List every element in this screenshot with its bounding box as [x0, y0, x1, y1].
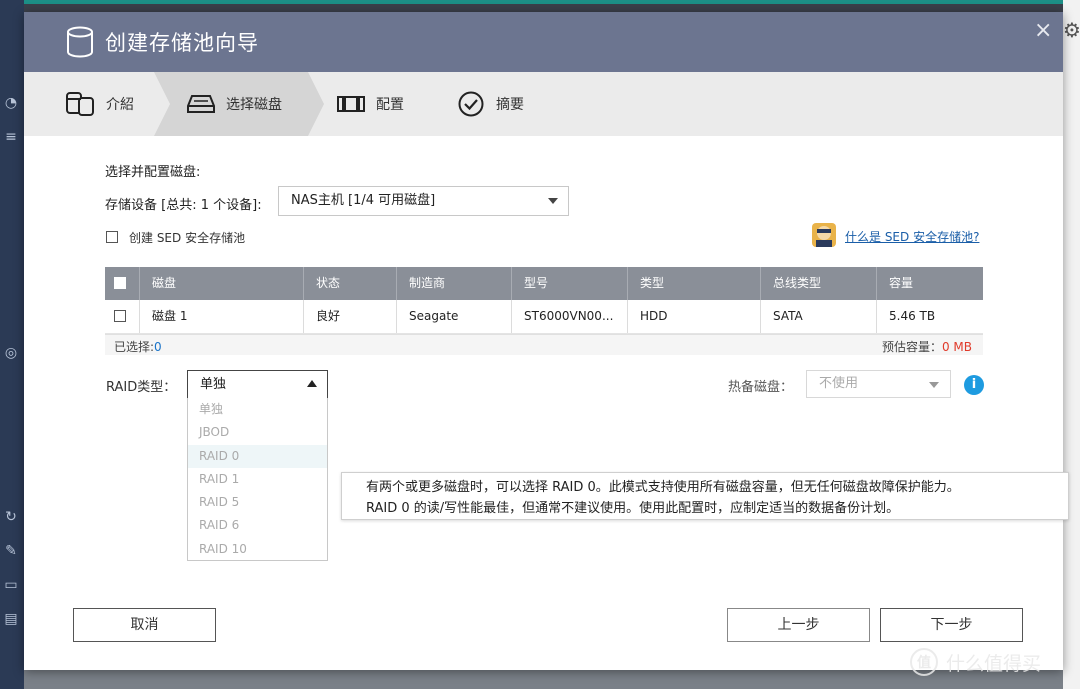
col-capacity[interactable]: 容量: [876, 267, 983, 300]
watermark-text: 什么值得买: [946, 652, 1042, 675]
tooltip-line-2: RAID 0 的读/写性能最佳，但通常不建议使用。使用此配置时，应制定适当的数据…: [366, 501, 900, 516]
cell-bus: SATA: [760, 300, 876, 333]
col-vendor[interactable]: 制造商: [396, 267, 511, 300]
raid-option-raid6[interactable]: RAID 6: [188, 514, 327, 537]
raid-option-jbod[interactable]: JBOD: [188, 421, 327, 444]
step-chevron: [308, 72, 324, 136]
chevron-up-icon: [307, 380, 317, 387]
sed-checkbox-label: 创建 SED 安全存储池: [129, 231, 246, 245]
storage-pool-icon: [64, 89, 98, 119]
step-config: 配置: [334, 72, 404, 136]
drive-icon[interactable]: ▤: [0, 608, 22, 630]
step-label: 介紹: [106, 97, 134, 113]
step-label: 选择磁盘: [226, 97, 282, 113]
cell-model: ST6000VN00...: [511, 300, 627, 333]
step-label: 配置: [376, 97, 404, 113]
col-status[interactable]: 状态: [303, 267, 396, 300]
create-storage-pool-dialog: 创建存储池向导 × 介紹 选择磁盘 配置 摘要 选择并配置磁盘: 存储设备 [总…: [24, 12, 1069, 670]
hot-spare-value: 不使用: [819, 376, 859, 391]
hot-spare-select[interactable]: 不使用: [806, 370, 951, 398]
selected-label: 已选择:: [114, 340, 155, 354]
watermark: 值 什么值得买: [910, 648, 1041, 676]
raid-option-raid10[interactable]: RAID 10: [188, 538, 327, 561]
col-type[interactable]: 类型: [627, 267, 760, 300]
step-select-disk: 选择磁盘: [184, 72, 282, 136]
selected-summary: 已选择:0: [114, 338, 162, 355]
wizard-steps: 介紹 选择磁盘 配置 摘要: [24, 72, 1063, 136]
info-icon[interactable]: i: [964, 375, 984, 395]
cell-status: 良好: [303, 300, 396, 333]
dialog-title: 创建存储池向导: [105, 31, 259, 55]
raid-option-raid5[interactable]: RAID 5: [188, 491, 327, 514]
select-all-checkbox[interactable]: [114, 277, 126, 289]
background-app-bar: [0, 0, 1080, 4]
row-select-cell: [105, 300, 139, 333]
chevron-down-icon: [929, 382, 939, 388]
selected-count: 0: [154, 340, 162, 354]
raid-type-value: 单独: [200, 377, 227, 392]
dialog-titlebar: 创建存储池向导 ×: [24, 12, 1063, 72]
storage-device-value: NAS主机 [1/4 可用磁盘]: [291, 193, 436, 208]
watermark-badge-icon: 值: [910, 648, 938, 676]
disk-icon: [184, 89, 218, 119]
tooltip-line-1: 有两个或更多磁盘时，可以选择 RAID 0。此模式支持使用所有磁盘容量，但无任何…: [366, 480, 960, 495]
step-label: 摘要: [496, 97, 524, 113]
cell-vendor: Seagate: [396, 300, 511, 333]
cancel-button[interactable]: 取消: [73, 608, 216, 642]
chevron-down-icon: [548, 198, 558, 204]
raid-type-label: RAID类型：: [106, 380, 177, 395]
refresh-icon[interactable]: ↻: [0, 506, 22, 528]
table-header: 磁盘 状态 制造商 型号 类型 总线类型 容量: [105, 267, 983, 300]
prev-button[interactable]: 上一步: [727, 608, 870, 642]
col-model[interactable]: 型号: [511, 267, 627, 300]
cell-type: HDD: [627, 300, 760, 333]
table-footer: 已选择:0 预估容量：0 MB: [105, 334, 983, 355]
sed-help-icon: [812, 223, 836, 247]
background-sidebar: ◔ ≡ ◎ ↻ ✎ ▭ ▤: [0, 0, 24, 689]
raid-type-dropdown: 单独 JBOD RAID 0 RAID 1 RAID 5 RAID 6 RAID…: [187, 398, 328, 561]
close-icon[interactable]: ×: [1034, 18, 1052, 43]
device-label: 存储设备 [总共: 1 个设备]:: [105, 198, 262, 213]
section-label: 选择并配置磁盘:: [105, 165, 201, 180]
raid-tooltip: 有两个或更多磁盘时，可以选择 RAID 0。此模式支持使用所有磁盘容量，但无任何…: [341, 472, 1069, 520]
config-bar-icon: [334, 89, 368, 119]
step-chevron: [154, 72, 170, 136]
edit-icon[interactable]: ✎: [0, 540, 22, 562]
col-disk[interactable]: 磁盘: [139, 267, 303, 300]
raid-option-single[interactable]: 单独: [188, 398, 327, 421]
raid-option-raid1[interactable]: RAID 1: [188, 468, 327, 491]
sed-info-link[interactable]: 什么是 SED 安全存储池?: [845, 228, 979, 245]
storage-icon[interactable]: ≡: [0, 126, 22, 148]
sed-checkbox[interactable]: [106, 231, 118, 243]
cell-disk: 磁盘 1: [139, 300, 303, 333]
background-right-panel: [1063, 0, 1080, 689]
next-button[interactable]: 下一步: [880, 608, 1023, 642]
table-row[interactable]: 磁盘 1 良好 Seagate ST6000VN00... HDD SATA 5…: [105, 300, 983, 334]
check-circle-icon: [454, 89, 488, 119]
storage-device-select[interactable]: NAS主机 [1/4 可用磁盘]: [278, 186, 569, 216]
sd-card-icon[interactable]: ▭: [0, 574, 22, 596]
dashboard-icon[interactable]: ◔: [0, 92, 22, 114]
database-icon: [67, 26, 93, 58]
estimated-summary: 预估容量：0 MB: [882, 338, 972, 355]
row-checkbox[interactable]: [114, 310, 126, 322]
raid-option-raid0[interactable]: RAID 0: [188, 445, 327, 468]
estimated-label: 预估容量：: [881, 340, 942, 354]
col-bus[interactable]: 总线类型: [760, 267, 876, 300]
step-intro: 介紹: [64, 72, 134, 136]
step-summary: 摘要: [454, 72, 524, 136]
background-footer: [24, 670, 1063, 689]
hot-spare-label: 热备磁盘：: [728, 380, 794, 395]
cell-capacity: 5.46 TB: [876, 300, 983, 333]
select-all-cell: [105, 267, 139, 300]
disc-icon[interactable]: ◎: [0, 342, 22, 364]
estimated-value: 0 MB: [941, 340, 972, 354]
raid-type-select[interactable]: 单独: [187, 370, 328, 399]
gear-icon[interactable]: ⚙: [1063, 18, 1080, 42]
